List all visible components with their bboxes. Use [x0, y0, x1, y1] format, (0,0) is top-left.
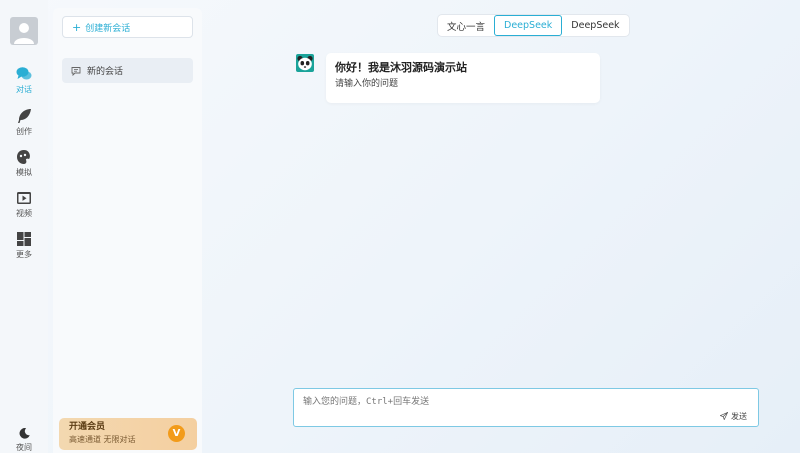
- session-item[interactable]: 新的会话: [62, 58, 193, 83]
- vip-badge-icon: V: [168, 425, 185, 442]
- mask-icon: [17, 150, 30, 164]
- message-icon: [71, 66, 81, 76]
- tab-wenxin[interactable]: 文心一言: [438, 15, 494, 36]
- nav-item-label: 创作: [16, 127, 32, 136]
- grid-icon: [17, 232, 31, 246]
- nav-item-more[interactable]: 更多: [0, 231, 48, 263]
- send-label: 发送: [731, 411, 747, 421]
- moon-icon: [19, 428, 30, 439]
- tab-deepseek-1[interactable]: DeepSeek: [494, 15, 563, 36]
- user-avatar[interactable]: [10, 17, 38, 45]
- user-silhouette-icon: [14, 23, 34, 44]
- chat-bubbles-icon: [16, 67, 32, 80]
- plus-icon: +: [72, 20, 82, 34]
- nav-item-chat[interactable]: 对话: [0, 66, 48, 98]
- night-mode-label: 夜间: [16, 443, 32, 452]
- nav-item-label: 更多: [16, 250, 32, 259]
- message-title: 你好！我是沐羽源码演示站: [335, 61, 467, 74]
- nav-rail: 对话 创作 模拟 视频 更多 夜间: [0, 0, 48, 453]
- night-mode-toggle[interactable]: 夜间: [0, 427, 48, 453]
- message-input[interactable]: [303, 395, 703, 411]
- send-button[interactable]: 发送: [720, 410, 747, 422]
- nav-item-label: 对话: [16, 85, 32, 94]
- chat-composer: 发送: [293, 388, 759, 427]
- panda-avatar-icon: [296, 54, 314, 72]
- nav-item-label: 模拟: [16, 168, 32, 177]
- nav-item-label: 视频: [16, 209, 32, 218]
- assistant-message: 你好！我是沐羽源码演示站 请输入你的问题: [326, 53, 600, 103]
- vip-banner[interactable]: 开通会员 高速通道 无限对话 V: [59, 418, 197, 450]
- nav-item-create[interactable]: 创作: [0, 108, 48, 140]
- tab-deepseek-2[interactable]: DeepSeek: [562, 15, 628, 36]
- message-text: 请输入你的问题: [335, 79, 399, 89]
- new-chat-button[interactable]: + 创建新会话: [62, 16, 193, 38]
- new-chat-label: 创建新会话: [85, 23, 131, 34]
- model-tabs: 文心一言 DeepSeek DeepSeek: [438, 15, 629, 36]
- session-sidebar: + 创建新会话 新的会话 开通会员 高速通道 无限对话 V: [53, 8, 202, 453]
- feather-icon: [18, 109, 31, 123]
- nav-item-video[interactable]: 视频: [0, 190, 48, 222]
- send-plane-icon: [720, 412, 728, 420]
- session-title: 新的会话: [87, 67, 124, 77]
- nav-item-simulate[interactable]: 模拟: [0, 149, 48, 181]
- video-play-icon: [17, 192, 31, 204]
